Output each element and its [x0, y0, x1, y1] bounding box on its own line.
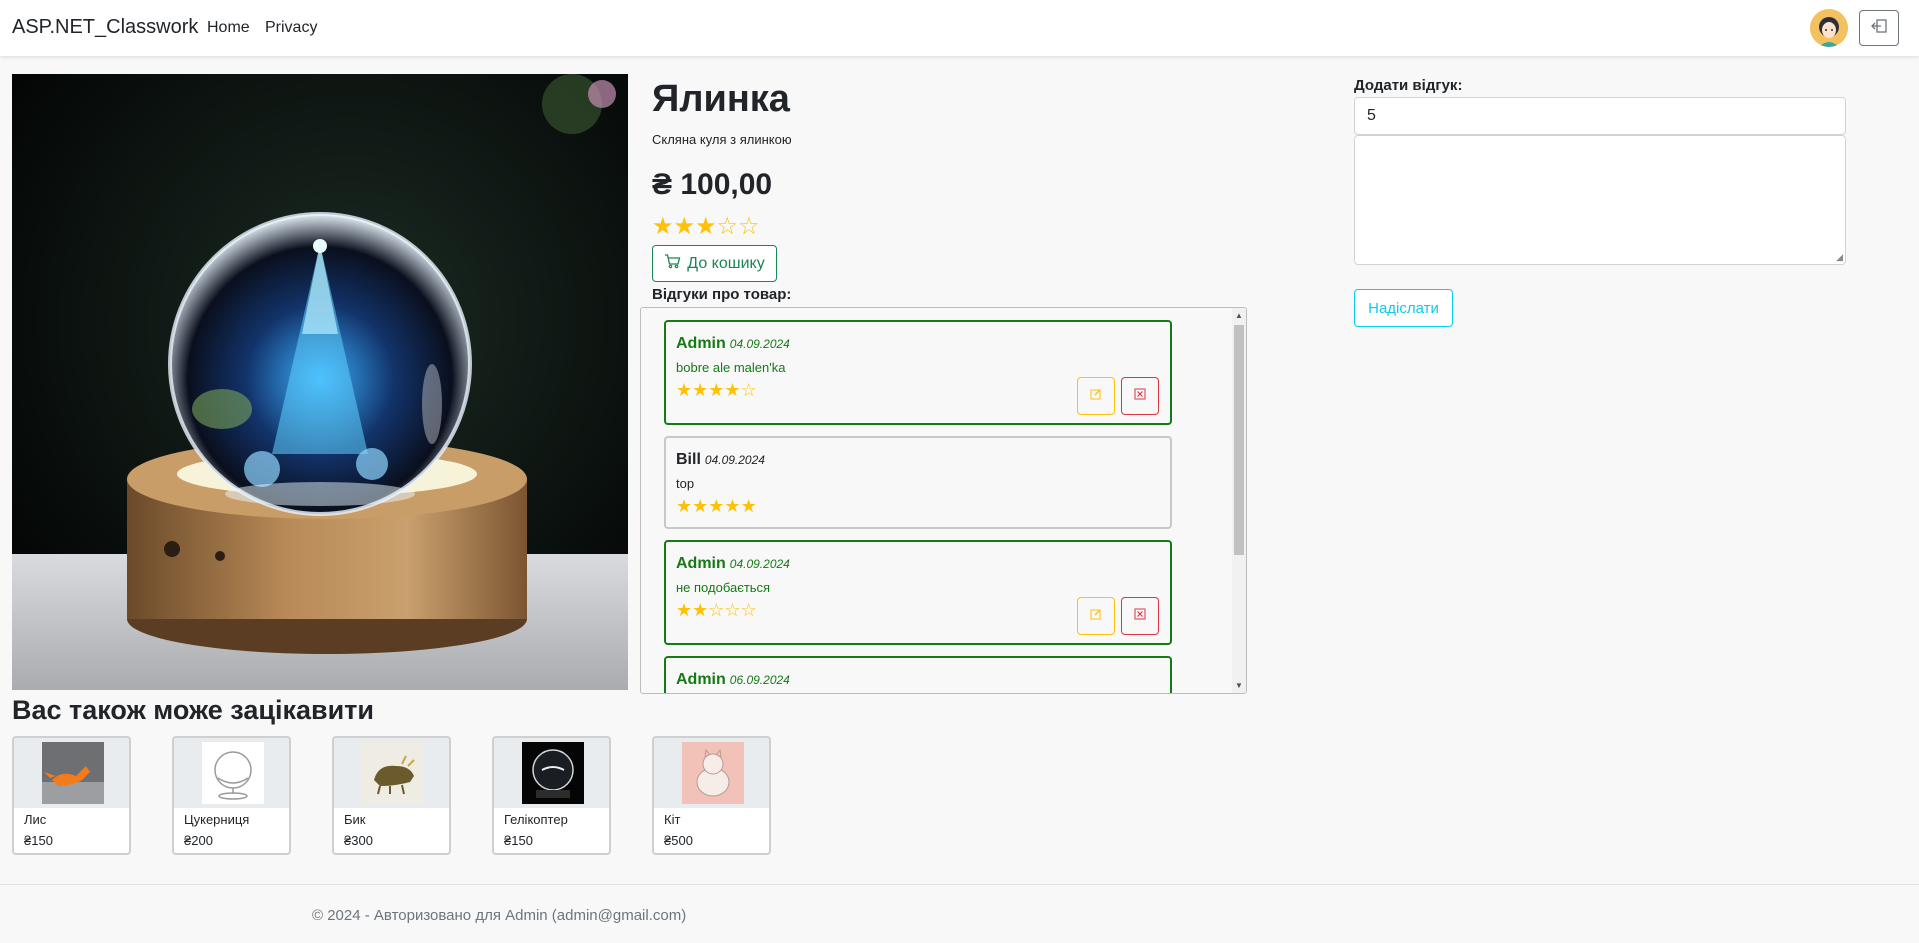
review-author: Admin — [676, 335, 726, 352]
bull-figurine-image — [362, 742, 424, 804]
star-empty-icon: ☆ — [708, 600, 725, 620]
review-date: 06.09.2024 — [729, 673, 790, 687]
cart-icon — [664, 253, 681, 274]
review-card: Admin 06.09.2024 — [664, 656, 1172, 693]
reviews-heading: Відгуки про товар: — [652, 286, 792, 303]
review-text: bobre ale malen'ka — [676, 360, 786, 375]
helicopter-ball-image — [522, 742, 584, 804]
recommendation-price: ₴150 — [24, 833, 53, 848]
brand-link[interactable]: ASP.NET_Classwork — [12, 16, 198, 39]
star-filled-icon: ★ — [708, 496, 725, 516]
recommendation-name: Гелікоптер — [504, 812, 568, 827]
user-avatar-icon[interactable] — [1810, 9, 1848, 47]
edit-icon — [1090, 387, 1102, 405]
nav-link-privacy[interactable]: Privacy — [265, 19, 317, 37]
review-card: Bill 04.09.2024 top ★ ★ ★ ★ ★ — [664, 436, 1172, 529]
recommendation-name: Цукерниця — [184, 812, 250, 827]
logout-button[interactable] — [1859, 10, 1899, 46]
fox-figurine-image — [42, 742, 104, 804]
recommendation-name: Бик — [344, 812, 366, 827]
star-filled-icon: ★ — [676, 496, 693, 516]
star-empty-icon: ☆ — [724, 600, 741, 620]
scroll-down-arrow-icon[interactable]: ▼ — [1235, 681, 1243, 690]
resize-grip-icon[interactable]: ◢ — [1836, 252, 1843, 263]
review-card: Admin 04.09.2024 не подобається ★ ★ ☆ ☆ ☆ — [664, 540, 1172, 645]
star-filled-icon: ★ — [652, 213, 674, 240]
product-rating: ★ ★ ★ ☆ ☆ — [652, 212, 760, 241]
product-image — [12, 74, 628, 690]
review-rating: ★ ★ ★ ★ ☆ — [676, 380, 757, 401]
star-filled-icon: ★ — [676, 380, 693, 400]
recommendation-price: ₴300 — [344, 833, 373, 848]
star-filled-icon: ★ — [676, 600, 693, 620]
footer: © 2024 - Авторизовано для Admin (admin@g… — [0, 884, 1919, 943]
product-price: ₴ 100,00 — [652, 168, 773, 201]
review-date: 04.09.2024 — [729, 557, 790, 571]
recommendation-card[interactable]: Кіт ₴500 — [652, 736, 771, 855]
product-description: Скляна куля з ялинкою — [652, 132, 792, 147]
comment-textarea[interactable]: ◢ — [1354, 135, 1846, 265]
recommendation-card[interactable]: Бик ₴300 — [332, 736, 451, 855]
star-filled-icon: ★ — [724, 380, 741, 400]
scrollbar-thumb[interactable] — [1234, 325, 1244, 555]
rating-input[interactable]: 5 — [1354, 97, 1846, 135]
review-author: Bill — [676, 451, 701, 468]
recommendation-name: Лис — [24, 812, 47, 827]
footer-text: © 2024 - Авторизовано для Admin (admin@g… — [312, 907, 687, 924]
review-author: Admin — [676, 671, 726, 688]
delete-icon — [1134, 607, 1146, 625]
star-empty-icon: ☆ — [716, 213, 739, 240]
star-empty-icon: ☆ — [738, 213, 760, 240]
reviews-scrollbar[interactable]: ▲ ▼ — [1232, 308, 1246, 693]
star-filled-icon: ★ — [692, 496, 709, 516]
star-empty-icon: ☆ — [740, 600, 757, 620]
cat-figurine-image — [682, 742, 744, 804]
recommendations-heading: Вас також може зацікавити — [12, 695, 374, 725]
review-rating: ★ ★ ☆ ☆ ☆ — [676, 600, 757, 621]
review-rating: ★ ★ ★ ★ ★ — [676, 496, 757, 517]
review-date: 04.09.2024 — [729, 337, 790, 351]
edit-icon — [1090, 607, 1102, 625]
delete-review-button[interactable] — [1121, 377, 1159, 415]
crystal-ball-photo — [12, 74, 628, 690]
star-filled-icon: ★ — [695, 213, 717, 240]
recommendation-card[interactable]: Лис ₴150 — [12, 736, 131, 855]
recommendation-price: ₴150 — [504, 833, 533, 848]
review-text: не подобається — [676, 580, 771, 595]
star-empty-icon: ☆ — [740, 380, 757, 400]
submit-review-button[interactable]: Надіслати — [1354, 289, 1453, 327]
recommendation-price: ₴500 — [664, 833, 693, 848]
star-filled-icon: ★ — [692, 600, 709, 620]
recommendation-card[interactable]: Цукерниця ₴200 — [172, 736, 291, 855]
star-filled-icon: ★ — [708, 380, 725, 400]
review-card: Admin 04.09.2024 bobre ale malen'ka ★ ★ ★ ★ ☆ — [664, 320, 1172, 425]
delete-review-button[interactable] — [1121, 597, 1159, 635]
add-to-cart-label: До кошику — [687, 254, 765, 272]
product-title: Ялинка — [652, 78, 790, 120]
recommendation-price: ₴200 — [184, 833, 213, 848]
star-filled-icon: ★ — [740, 496, 757, 516]
add-to-cart-button[interactable]: До кошику — [652, 245, 777, 282]
recommendation-name: Кіт — [664, 812, 681, 827]
review-author: Admin — [676, 555, 726, 572]
nav-link-home[interactable]: Home — [207, 19, 250, 37]
edit-review-button[interactable] — [1077, 597, 1115, 635]
star-filled-icon: ★ — [673, 213, 696, 240]
delete-icon — [1134, 387, 1146, 405]
add-review-label: Додати відгук: — [1354, 77, 1463, 94]
reviews-list[interactable]: Admin 04.09.2024 bobre ale malen'ka ★ ★ ★ ★ ☆… — [640, 307, 1247, 694]
recommendation-card[interactable]: Гелікоптер ₴150 — [492, 736, 611, 855]
edit-review-button[interactable] — [1077, 377, 1115, 415]
scroll-up-arrow-icon[interactable]: ▲ — [1235, 311, 1243, 320]
star-filled-icon: ★ — [692, 380, 709, 400]
review-date: 04.09.2024 — [704, 453, 765, 467]
logout-icon — [1870, 18, 1888, 39]
candy-bowl-image — [202, 742, 264, 804]
star-filled-icon: ★ — [724, 496, 741, 516]
navbar: ASP.NET_Classwork Home Privacy — [0, 0, 1919, 56]
review-text: top — [676, 476, 695, 491]
